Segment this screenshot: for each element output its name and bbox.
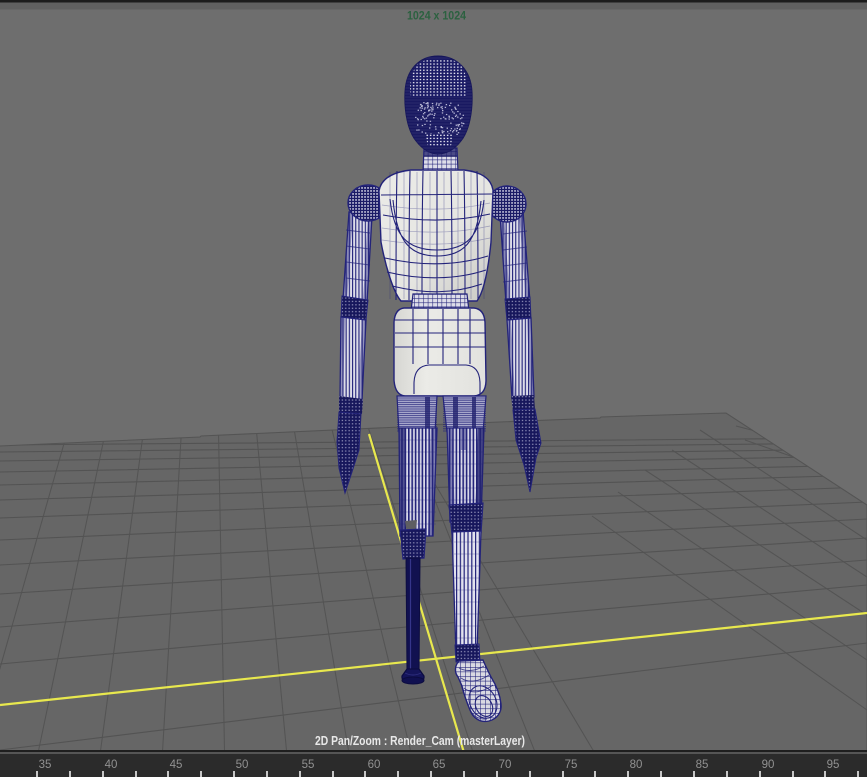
- svg-text:70: 70: [499, 759, 512, 771]
- svg-text:85: 85: [696, 759, 709, 771]
- svg-text:45: 45: [170, 759, 183, 771]
- svg-text:95: 95: [827, 759, 840, 771]
- svg-text:60: 60: [368, 759, 381, 771]
- svg-text:55: 55: [302, 759, 315, 771]
- svg-text:80: 80: [630, 759, 643, 771]
- svg-text:40: 40: [105, 759, 118, 771]
- svg-text:90: 90: [762, 759, 775, 771]
- svg-text:2D Pan/Zoom : Render_Cam (mast: 2D Pan/Zoom : Render_Cam (masterLayer): [315, 734, 525, 748]
- svg-text:35: 35: [39, 759, 52, 771]
- svg-text:75: 75: [565, 759, 578, 771]
- svg-text:1024 x 1024: 1024 x 1024: [407, 9, 466, 23]
- svg-text:65: 65: [433, 759, 446, 771]
- svg-text:50: 50: [236, 759, 249, 771]
